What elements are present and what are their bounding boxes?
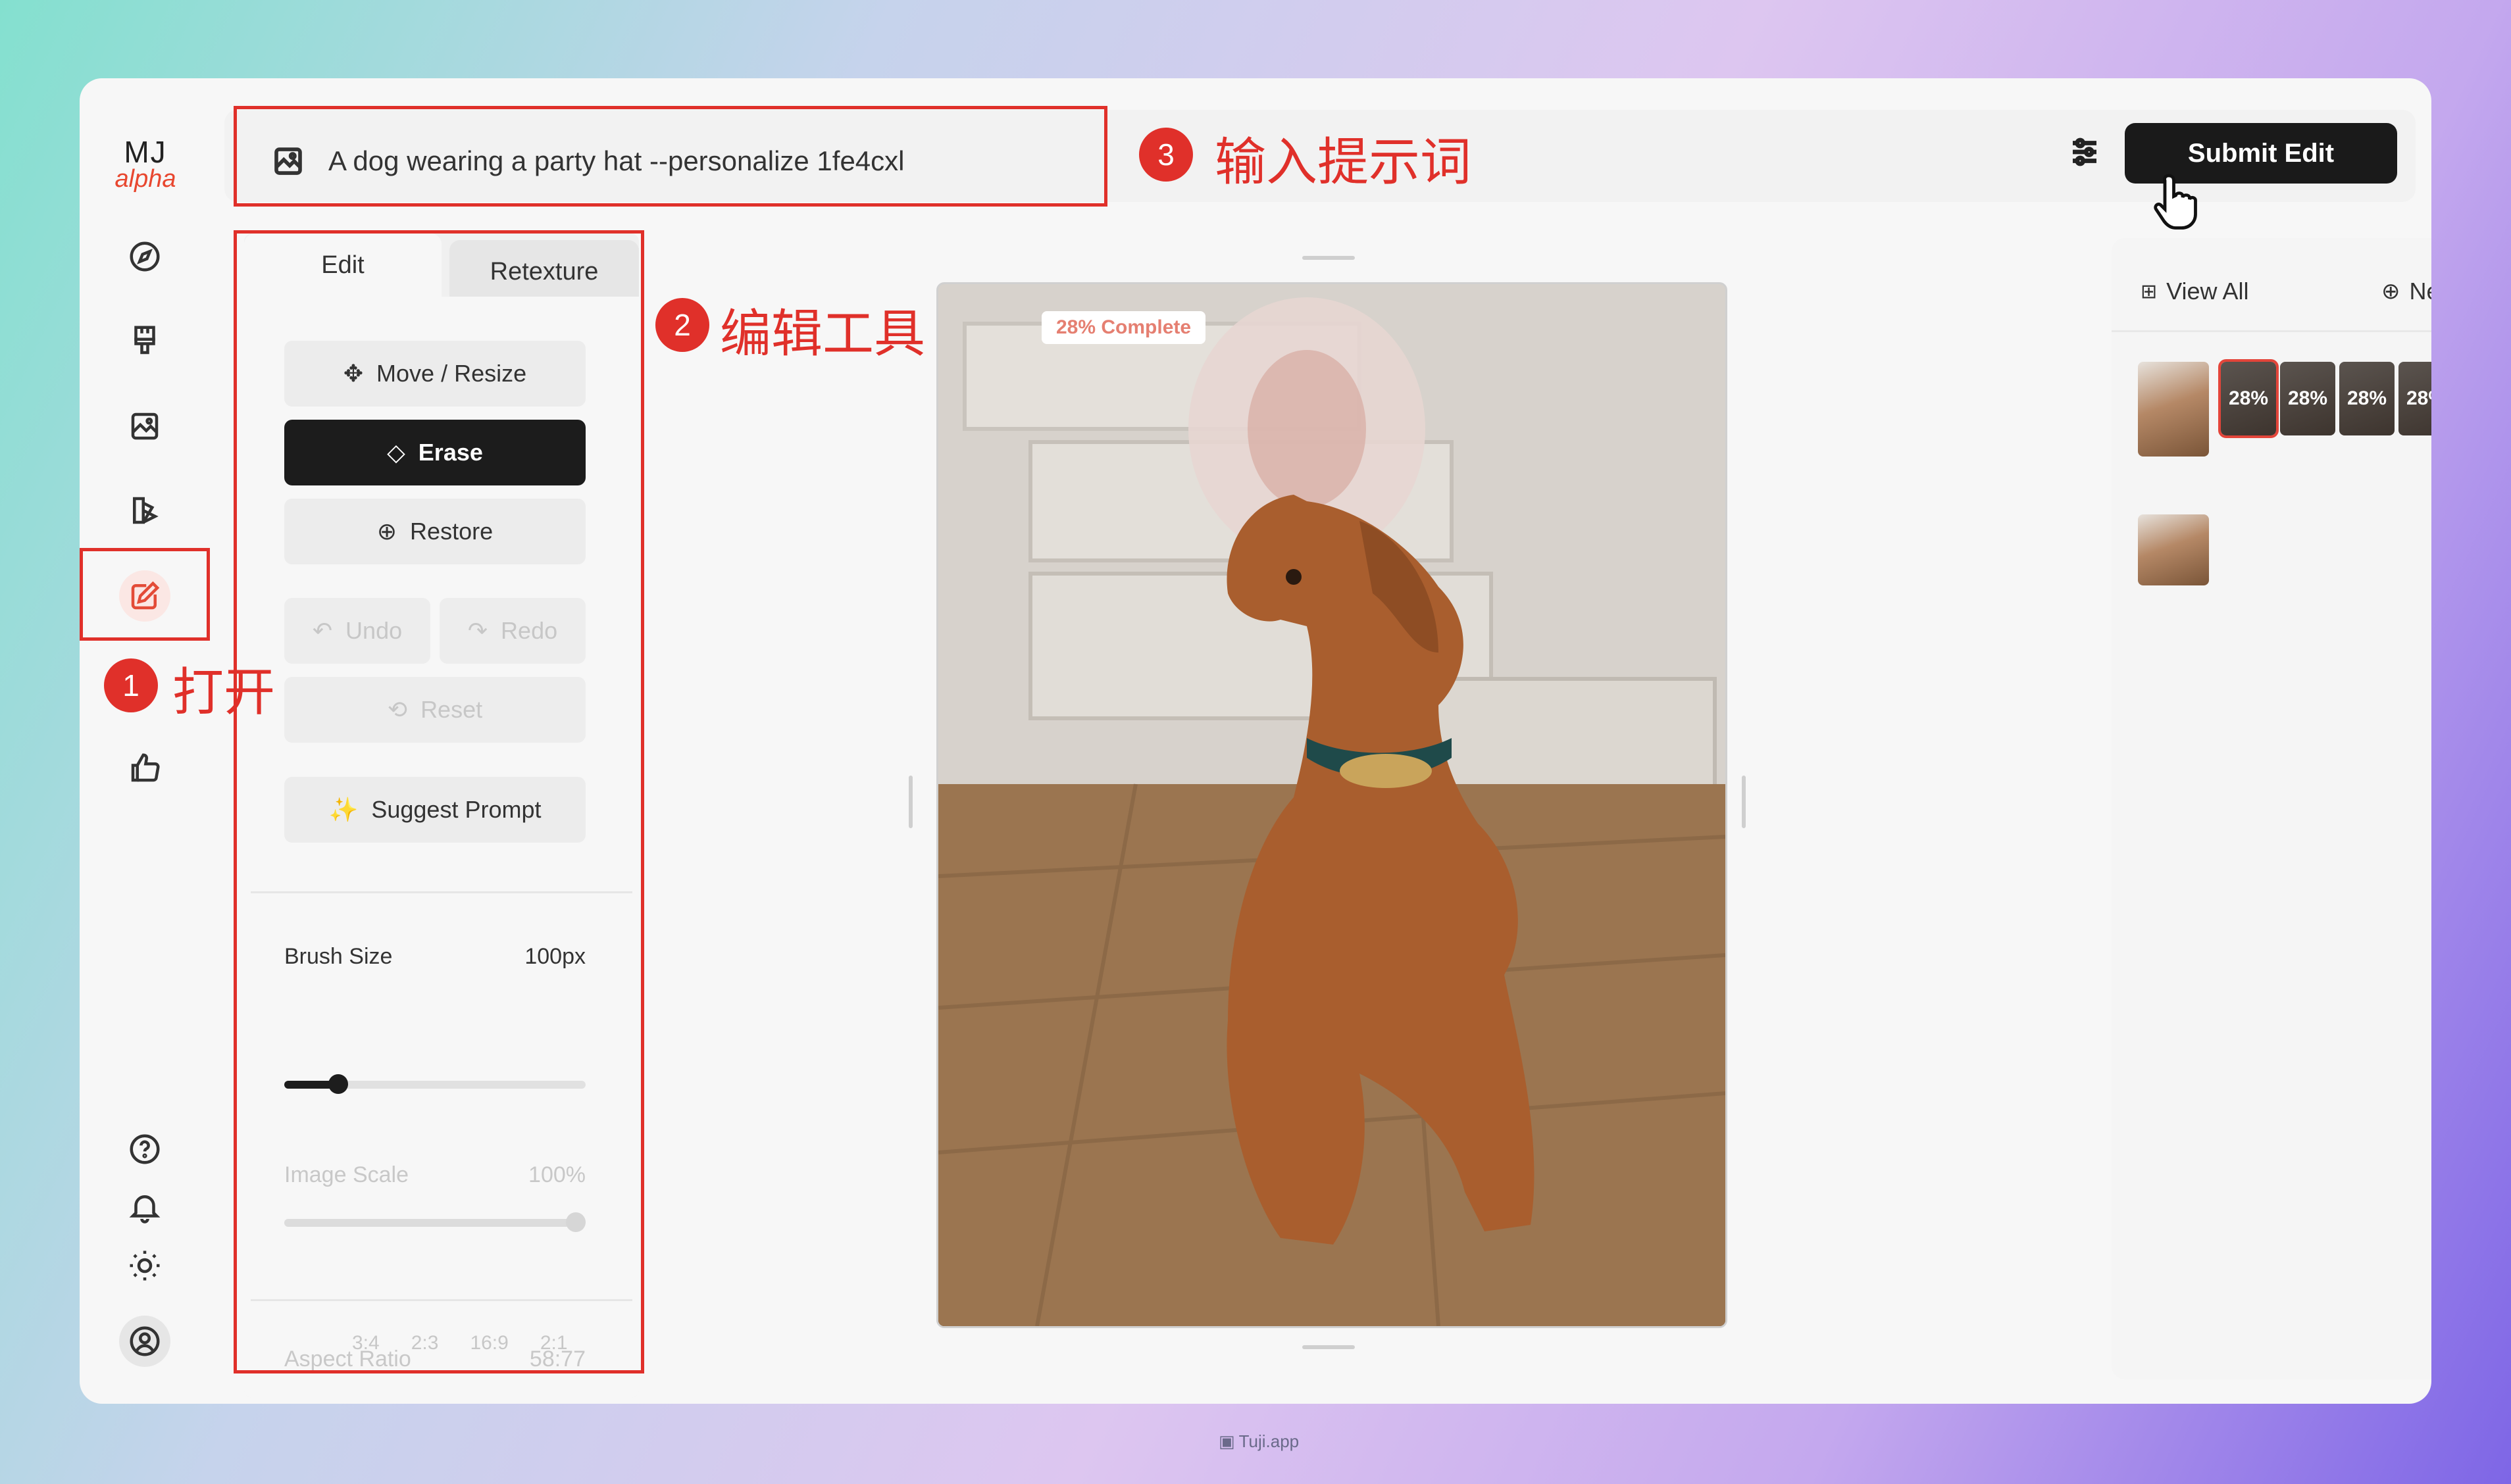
new-label: New — [2409, 278, 2432, 305]
plus-circle-icon: ⊕ — [2381, 279, 2400, 304]
step-1-badge: 1 — [104, 658, 158, 712]
tuji-logo-icon: ▣ — [1219, 1431, 1235, 1451]
canvas-left-handle[interactable] — [909, 776, 913, 828]
logo-alpha: alpha — [114, 165, 176, 193]
hand-cursor-icon — [2154, 174, 2197, 230]
settings-sliders-icon[interactable] — [2062, 129, 2108, 175]
prompt-highlight-box — [234, 106, 1107, 207]
progress-badge: 28% Complete — [1042, 311, 1206, 344]
watermark: ▣ Tuji.app — [1219, 1431, 1299, 1452]
canvas-top-handle[interactable] — [1302, 256, 1355, 260]
left-rail: MJ alpha — [80, 78, 211, 1404]
layers-icon[interactable] — [119, 485, 170, 536]
help-icon[interactable] — [119, 1124, 170, 1175]
compass-icon[interactable] — [119, 231, 170, 282]
logo[interactable]: MJ alpha — [106, 137, 185, 191]
bell-icon[interactable] — [119, 1181, 170, 1233]
loading-thumbnail[interactable]: 28% — [2218, 359, 2279, 438]
step-2-text: 编辑工具 — [720, 305, 926, 364]
step-3-badge: 3 — [1139, 128, 1193, 182]
history-panel: ⊞ View All ⊕ New 28% 28% 28% 28% — [2112, 238, 2431, 1379]
loading-thumbnail[interactable]: 28% — [2398, 362, 2431, 435]
canvas-right-handle[interactable] — [1742, 776, 1746, 828]
step-2-badge: 2 — [655, 298, 709, 352]
user-icon[interactable] — [119, 1316, 170, 1367]
edit-highlight-box — [80, 548, 210, 641]
sun-icon[interactable] — [119, 1240, 170, 1291]
view-all-button[interactable]: ⊞ View All — [2141, 278, 2249, 305]
new-button[interactable]: ⊕ New — [2381, 278, 2431, 305]
edit-canvas-image[interactable] — [936, 282, 1727, 1328]
history-thumbnail[interactable] — [2138, 514, 2209, 585]
loading-thumbnail[interactable]: 28% — [2280, 362, 2335, 435]
logo-mj: MJ — [124, 135, 167, 169]
view-all-label: View All — [2166, 278, 2249, 305]
dog-photo — [938, 284, 1725, 1326]
loading-thumbnail[interactable]: 28% — [2339, 362, 2395, 435]
watermark-text: Tuji.app — [1238, 1431, 1300, 1451]
canvas-bottom-handle[interactable] — [1302, 1345, 1355, 1349]
image-icon[interactable] — [119, 401, 170, 452]
history-divider — [2112, 330, 2431, 332]
paintbrush-icon[interactable] — [119, 315, 170, 366]
grid-icon: ⊞ — [2141, 280, 2158, 303]
thumbs-up-icon[interactable] — [119, 743, 170, 794]
tools-highlight-box — [234, 230, 644, 1373]
step-1-text: 打开 — [172, 663, 276, 722]
history-thumbnail[interactable] — [2138, 362, 2209, 457]
step-3-text: 输入提示词 — [1215, 133, 1472, 192]
